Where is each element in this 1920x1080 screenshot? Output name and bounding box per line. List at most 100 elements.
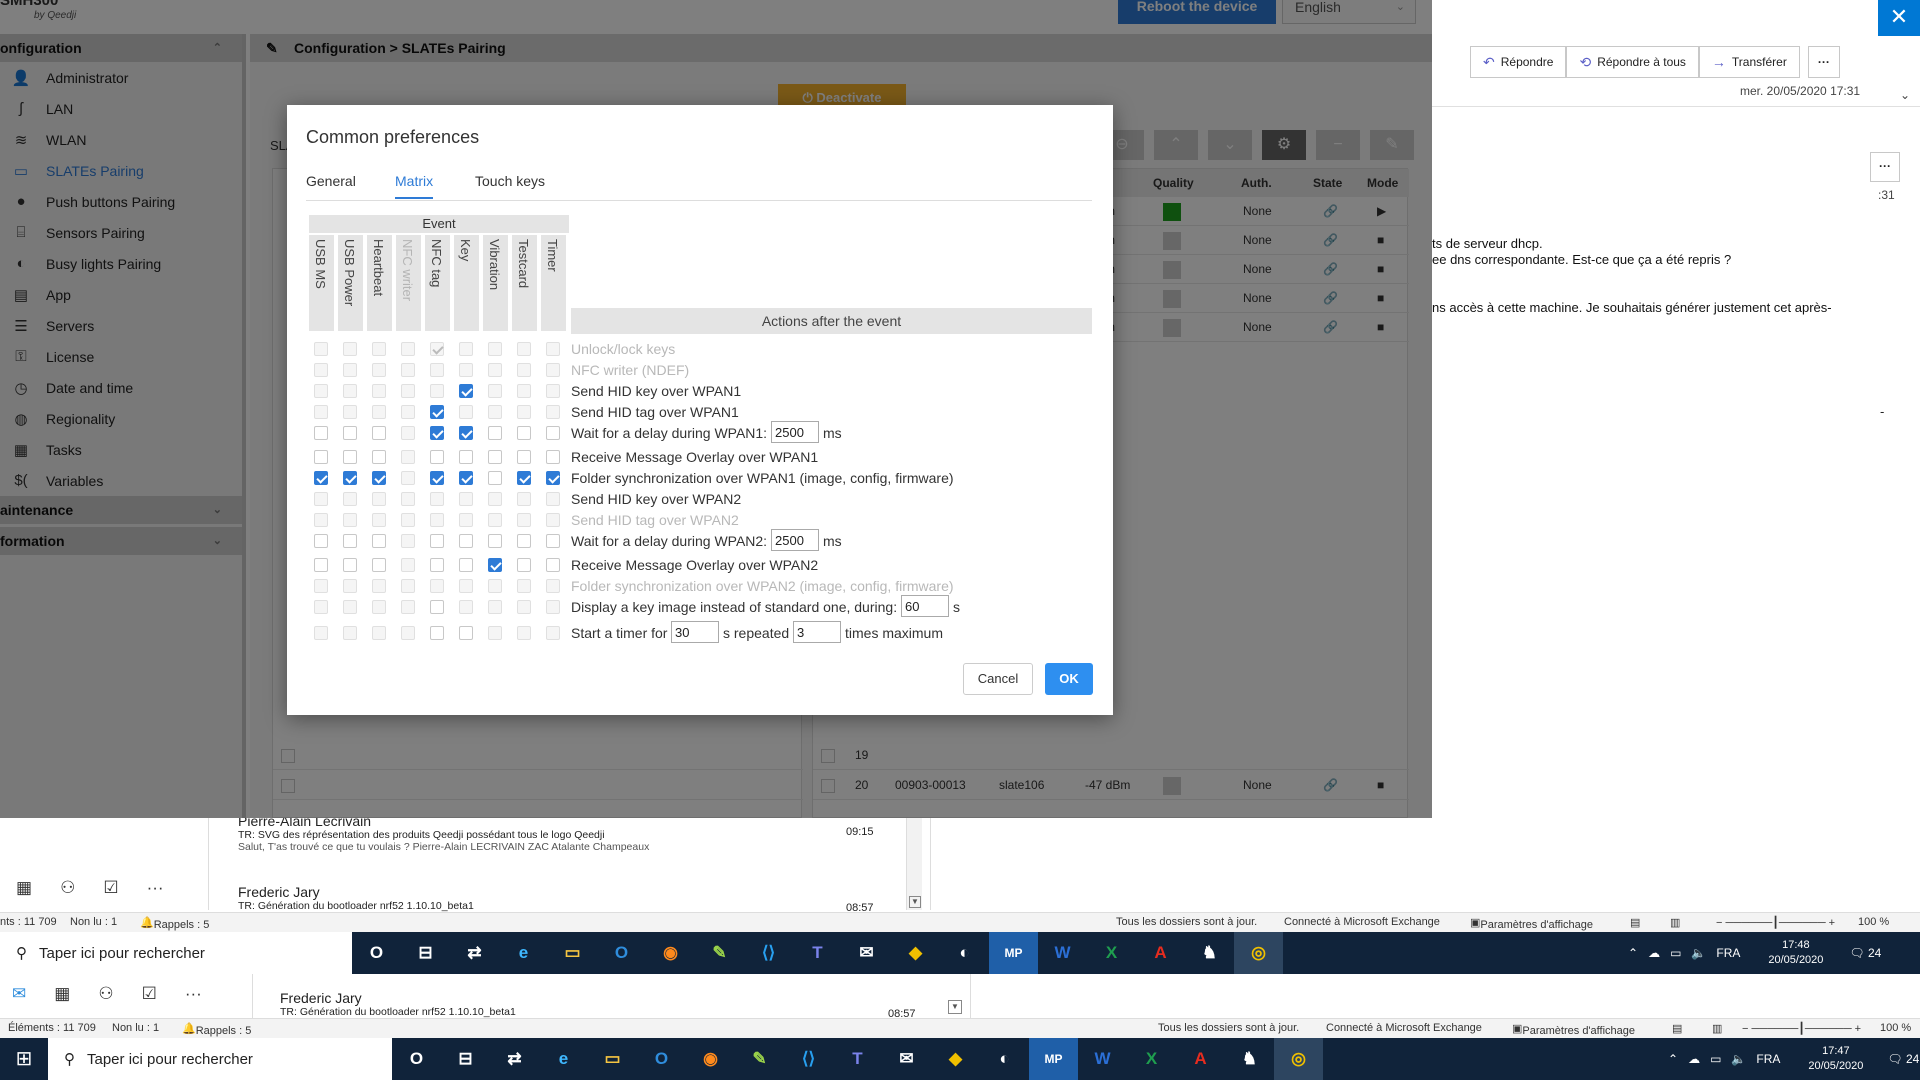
- edge-icon[interactable]: e: [539, 1038, 588, 1080]
- cortana-icon[interactable]: O: [392, 1038, 441, 1080]
- vscode-icon[interactable]: ⟨⟩: [744, 932, 793, 974]
- task-view-icon[interactable]: ⊟: [401, 932, 450, 974]
- matrix-checkbox[interactable]: [372, 450, 386, 464]
- matrix-checkbox[interactable]: [430, 558, 444, 572]
- mail-app-icon[interactable]: ✉: [842, 932, 891, 974]
- tasks-icon[interactable]: ☑: [142, 984, 157, 1004]
- matrix-checkbox[interactable]: [488, 450, 502, 464]
- matrix-checkbox[interactable]: [546, 426, 560, 440]
- language-indicator[interactable]: FRA: [1756, 1052, 1780, 1066]
- matrix-checkbox[interactable]: [459, 626, 473, 640]
- notepad-icon[interactable]: ✎: [735, 1038, 784, 1080]
- zoom-slider[interactable]: − ──────┃────── +: [1742, 1022, 1861, 1035]
- action-repeat-input[interactable]: [793, 621, 841, 643]
- view-reading-icon[interactable]: ▥: [1670, 916, 1680, 929]
- git-icon[interactable]: ◆: [931, 1038, 980, 1080]
- firefox-icon[interactable]: ◉: [646, 932, 695, 974]
- close-icon[interactable]: ✕: [1878, 0, 1920, 36]
- scrollbar[interactable]: ▼: [906, 818, 922, 910]
- mail-app-icon[interactable]: ✉: [882, 1038, 931, 1080]
- reply-button[interactable]: ↶ Répondre: [1470, 46, 1567, 78]
- teams-icon[interactable]: T: [833, 1038, 882, 1080]
- clock[interactable]: 17:48 20/05/2020: [1768, 938, 1823, 968]
- ok-button[interactable]: OK: [1045, 663, 1093, 695]
- matrix-checkbox[interactable]: [430, 405, 444, 419]
- more-icon[interactable]: ···: [147, 878, 164, 898]
- zoom-slider[interactable]: − ──────┃────── +: [1716, 916, 1835, 929]
- notification-icon[interactable]: 🗨 24: [1887, 1052, 1919, 1066]
- notification-icon[interactable]: 🗨 24: [1849, 946, 1881, 960]
- matrix-checkbox[interactable]: [314, 558, 328, 572]
- matrix-checkbox[interactable]: [546, 450, 560, 464]
- network-app-icon[interactable]: ⇄: [450, 932, 499, 974]
- action-value-input[interactable]: [771, 529, 819, 551]
- matrix-checkbox[interactable]: [372, 534, 386, 548]
- view-normal-icon[interactable]: ▤: [1630, 916, 1640, 929]
- scroll-down-icon[interactable]: ▼: [948, 1000, 962, 1014]
- vscode-icon[interactable]: ⟨⟩: [784, 1038, 833, 1080]
- volume-icon[interactable]: 🔈: [1731, 1052, 1746, 1066]
- matrix-checkbox[interactable]: [314, 471, 328, 485]
- matrix-checkbox[interactable]: [459, 426, 473, 440]
- action-value-input[interactable]: [771, 421, 819, 443]
- paint-icon[interactable]: ◐: [980, 1038, 1029, 1080]
- cloud-icon[interactable]: ☁: [1688, 1052, 1700, 1066]
- matrix-checkbox[interactable]: [430, 450, 444, 464]
- windows-start-icon[interactable]: ⊞: [0, 1038, 48, 1080]
- explorer-icon[interactable]: ▭: [588, 1038, 637, 1080]
- search-box[interactable]: ⚲ Taper ici pour rechercher: [48, 1038, 392, 1080]
- action-value-input[interactable]: [671, 621, 719, 643]
- notepad-icon[interactable]: ✎: [695, 932, 744, 974]
- matrix-checkbox[interactable]: [546, 558, 560, 572]
- matrix-checkbox[interactable]: [314, 450, 328, 464]
- matrix-checkbox[interactable]: [488, 426, 502, 440]
- display-settings[interactable]: ▣ Paramètres d'affichage: [1470, 916, 1593, 931]
- matrix-checkbox[interactable]: [488, 534, 502, 548]
- matrix-checkbox[interactable]: [430, 471, 444, 485]
- people-icon[interactable]: ⚇: [98, 984, 113, 1004]
- explorer-icon[interactable]: ▭: [548, 932, 597, 974]
- task-view-icon[interactable]: ⊟: [441, 1038, 490, 1080]
- matrix-checkbox[interactable]: [546, 471, 560, 485]
- acrobat-icon[interactable]: A: [1176, 1038, 1225, 1080]
- teams-icon[interactable]: T: [793, 932, 842, 974]
- network-icon[interactable]: ▭: [1670, 946, 1681, 960]
- list-item[interactable]: Pierre-Alain Lécrivain TR: SVG des répré…: [238, 813, 649, 853]
- app-icon[interactable]: ♞: [1185, 932, 1234, 974]
- display-settings[interactable]: ▣ Paramètres d'affichage: [1512, 1022, 1635, 1037]
- reply-all-button[interactable]: ⟲ Répondre à tous: [1566, 46, 1699, 78]
- matrix-checkbox[interactable]: [517, 450, 531, 464]
- people-icon[interactable]: ⚇: [60, 878, 75, 898]
- view-normal-icon[interactable]: ▤: [1672, 1022, 1682, 1035]
- mail-icon[interactable]: ✉: [12, 984, 26, 1004]
- tab-general[interactable]: General: [306, 173, 356, 197]
- calendar-icon[interactable]: ▦: [54, 984, 70, 1004]
- tab-matrix[interactable]: Matrix: [395, 173, 434, 199]
- more-options-button[interactable]: ···: [1870, 152, 1900, 182]
- matrix-checkbox[interactable]: [314, 534, 328, 548]
- status-reminders[interactable]: 🔔 Rappels : 5: [140, 916, 209, 931]
- matrix-checkbox[interactable]: [314, 426, 328, 440]
- matrix-checkbox[interactable]: [430, 600, 444, 614]
- action-value-input[interactable]: [901, 595, 949, 617]
- matrix-checkbox[interactable]: [459, 450, 473, 464]
- tasks-icon[interactable]: ☑: [103, 878, 118, 898]
- chevron-down-icon[interactable]: ⌄: [1900, 88, 1910, 102]
- edge-icon[interactable]: e: [499, 932, 548, 974]
- matrix-checkbox[interactable]: [430, 534, 444, 548]
- excel-icon[interactable]: X: [1087, 932, 1136, 974]
- matrix-checkbox[interactable]: [343, 450, 357, 464]
- more-icon[interactable]: ···: [185, 984, 202, 1004]
- mp-icon[interactable]: MP: [989, 932, 1038, 974]
- chevron-up-icon[interactable]: ⌃: [1628, 946, 1638, 960]
- outlook-icon[interactable]: O: [637, 1038, 686, 1080]
- matrix-checkbox[interactable]: [517, 558, 531, 572]
- volume-icon[interactable]: 🔈: [1691, 946, 1706, 960]
- excel-icon[interactable]: X: [1127, 1038, 1176, 1080]
- chrome-icon[interactable]: ◎: [1274, 1038, 1323, 1080]
- search-box[interactable]: ⚲ Taper ici pour rechercher: [0, 932, 352, 974]
- matrix-checkbox[interactable]: [517, 471, 531, 485]
- cloud-icon[interactable]: ☁: [1648, 946, 1660, 960]
- matrix-checkbox[interactable]: [488, 471, 502, 485]
- language-indicator[interactable]: FRA: [1716, 946, 1740, 960]
